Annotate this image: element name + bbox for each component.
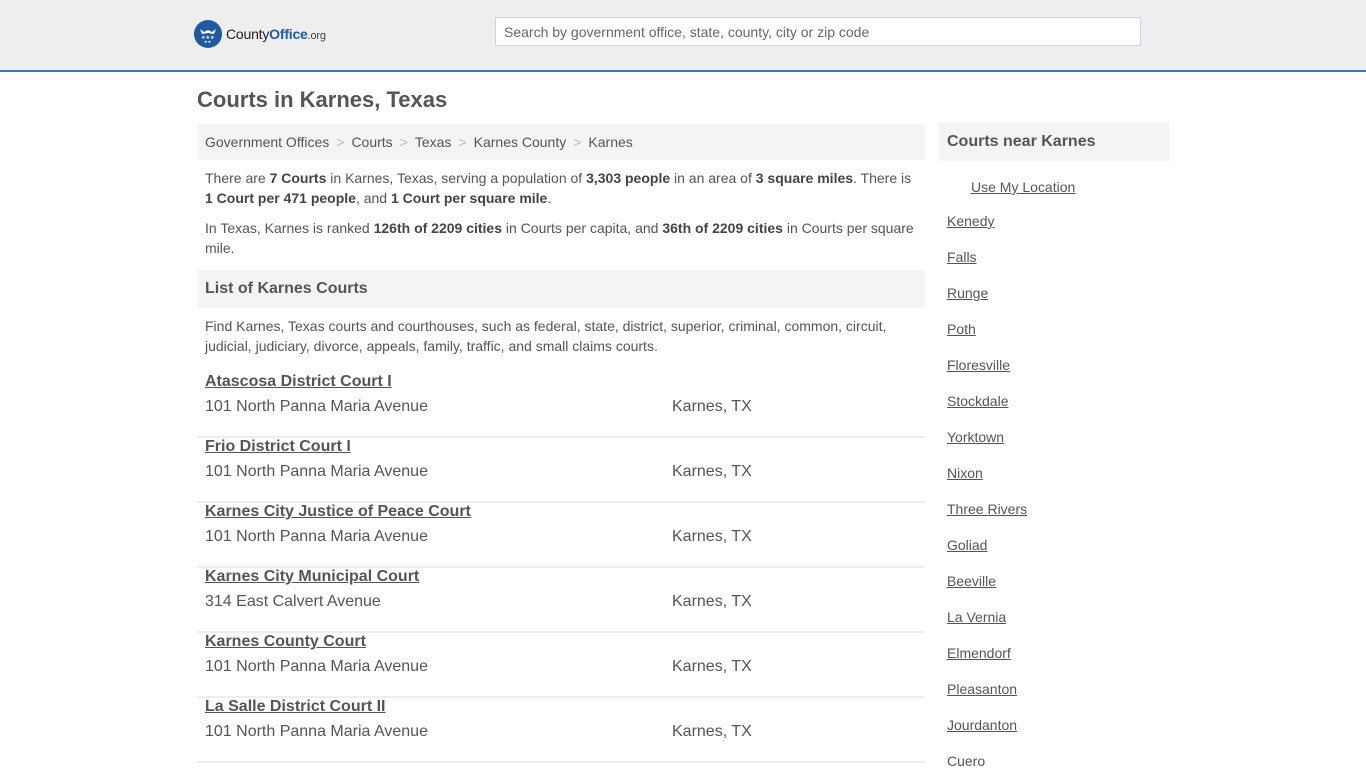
nearby-city-item: La Vernia bbox=[939, 599, 1169, 635]
court-city: Karnes, TX bbox=[672, 658, 752, 675]
court-name-link[interactable]: Frio District Court I bbox=[205, 438, 351, 456]
list-section-title: List of Karnes Courts bbox=[197, 270, 925, 308]
nearby-city-item: Beeville bbox=[939, 563, 1169, 599]
court-city: Karnes, TX bbox=[672, 528, 752, 545]
court-item: Frio District Court I 101 North Panna Ma… bbox=[197, 438, 925, 503]
nearby-city-link[interactable]: Stockdale bbox=[947, 393, 1008, 409]
site-logo[interactable]: ★★★ ★★ CountyOffice.org bbox=[194, 20, 326, 48]
nearby-city-item: Yorktown bbox=[939, 419, 1169, 455]
nearby-city-link[interactable]: Jourdanton bbox=[947, 717, 1017, 733]
nearby-city-link[interactable]: Runge bbox=[947, 285, 988, 301]
court-item: Karnes County Court 101 North Panna Mari… bbox=[197, 633, 925, 698]
court-item: Karnes City Municipal Court 314 East Cal… bbox=[197, 568, 925, 633]
court-name-link[interactable]: La Salle District Court II bbox=[205, 698, 385, 716]
nearby-city-item: Stockdale bbox=[939, 383, 1169, 419]
sidebar-title: Courts near Karnes bbox=[939, 122, 1169, 161]
breadcrumb: Government Offices > Courts > Texas > Ka… bbox=[197, 124, 925, 160]
nearby-city-item: Goliad bbox=[939, 527, 1169, 563]
breadcrumb-courts[interactable]: Courts bbox=[351, 134, 392, 150]
nearby-city-link[interactable]: Pleasanton bbox=[947, 681, 1017, 697]
court-city: Karnes, TX bbox=[672, 593, 752, 610]
page-title: Courts in Karnes, Texas bbox=[197, 87, 448, 112]
court-list: Atascosa District Court I 101 North Pann… bbox=[197, 373, 925, 763]
svg-text:★★: ★★ bbox=[204, 39, 212, 44]
court-item: Karnes City Justice of Peace Court 101 N… bbox=[197, 503, 925, 568]
sidebar: Courts near Karnes Use My Location Kened… bbox=[939, 122, 1169, 779]
nearby-city-item: Runge bbox=[939, 275, 1169, 311]
nearby-city-link[interactable]: La Vernia bbox=[947, 609, 1006, 625]
eagle-stars-icon: ★★★ ★★ bbox=[194, 20, 222, 48]
nearby-city-link[interactable]: Poth bbox=[947, 321, 976, 337]
main-content: Government Offices > Courts > Texas > Ka… bbox=[197, 124, 925, 763]
nearby-city-item: Kenedy bbox=[939, 203, 1169, 239]
court-city: Karnes, TX bbox=[672, 463, 752, 480]
court-address: 101 North Panna Maria Avenue bbox=[205, 658, 428, 675]
nearby-city-link[interactable]: Cuero bbox=[947, 753, 985, 769]
nearby-city-item: Jourdanton bbox=[939, 707, 1169, 743]
nearby-city-link[interactable]: Elmendorf bbox=[947, 645, 1011, 661]
court-address: 101 North Panna Maria Avenue bbox=[205, 398, 428, 415]
court-address: 314 East Calvert Avenue bbox=[205, 593, 381, 610]
nearby-city-link[interactable]: Nixon bbox=[947, 465, 983, 481]
nearby-city-link[interactable]: Kenedy bbox=[947, 213, 994, 229]
nearby-city-item: Floresville bbox=[939, 347, 1169, 383]
nearby-city-link[interactable]: Yorktown bbox=[947, 429, 1004, 445]
nearby-city-item: Cuero bbox=[939, 743, 1169, 779]
nearby-city-item: Three Rivers bbox=[939, 491, 1169, 527]
court-name-link[interactable]: Karnes City Justice of Peace Court bbox=[205, 503, 471, 521]
breadcrumb-karnes[interactable]: Karnes bbox=[588, 134, 632, 150]
court-city: Karnes, TX bbox=[672, 723, 752, 740]
court-name-link[interactable]: Atascosa District Court I bbox=[205, 373, 392, 391]
breadcrumb-texas[interactable]: Texas bbox=[415, 134, 452, 150]
court-address: 101 North Panna Maria Avenue bbox=[205, 463, 428, 480]
court-name-link[interactable]: Karnes City Municipal Court bbox=[205, 568, 419, 586]
nearby-city-link[interactable]: Floresville bbox=[947, 357, 1010, 373]
breadcrumb-separator: > bbox=[573, 134, 582, 150]
intro-stats: There are 7 Courts in Karnes, Texas, ser… bbox=[205, 170, 912, 206]
intro-ranking: In Texas, Karnes is ranked 126th of 2209… bbox=[205, 220, 914, 256]
breadcrumb-government-offices[interactable]: Government Offices bbox=[205, 134, 329, 150]
court-address: 101 North Panna Maria Avenue bbox=[205, 723, 428, 740]
nearby-city-link[interactable]: Goliad bbox=[947, 537, 987, 553]
nearby-city-link[interactable]: Falls bbox=[947, 249, 977, 265]
use-my-location-link[interactable]: Use My Location bbox=[971, 179, 1169, 195]
breadcrumb-separator: > bbox=[458, 134, 467, 150]
court-city: Karnes, TX bbox=[672, 398, 752, 415]
intro-text: There are 7 Courts in Karnes, Texas, ser… bbox=[197, 160, 925, 258]
breadcrumb-separator: > bbox=[399, 134, 408, 150]
nearby-city-item: Pleasanton bbox=[939, 671, 1169, 707]
court-name-link[interactable]: Karnes County Court bbox=[205, 633, 366, 651]
nearby-cities-list: Kenedy Falls Runge Poth Floresville Stoc… bbox=[939, 203, 1169, 779]
nearby-city-item: Elmendorf bbox=[939, 635, 1169, 671]
nearby-city-item: Falls bbox=[939, 239, 1169, 275]
list-section-description: Find Karnes, Texas courts and courthouse… bbox=[205, 318, 887, 354]
search-input[interactable] bbox=[495, 17, 1141, 46]
breadcrumb-karnes-county[interactable]: Karnes County bbox=[474, 134, 567, 150]
site-header: ★★★ ★★ CountyOffice.org bbox=[0, 0, 1366, 72]
nearby-city-link[interactable]: Beeville bbox=[947, 573, 996, 589]
nearby-city-link[interactable]: Three Rivers bbox=[947, 501, 1027, 517]
court-item: Atascosa District Court I 101 North Pann… bbox=[197, 373, 925, 438]
breadcrumb-separator: > bbox=[336, 134, 345, 150]
court-address: 101 North Panna Maria Avenue bbox=[205, 528, 428, 545]
nearby-city-item: Nixon bbox=[939, 455, 1169, 491]
logo-text: CountyOffice.org bbox=[226, 26, 326, 42]
nearby-city-item: Poth bbox=[939, 311, 1169, 347]
court-item: La Salle District Court II 101 North Pan… bbox=[197, 698, 925, 763]
